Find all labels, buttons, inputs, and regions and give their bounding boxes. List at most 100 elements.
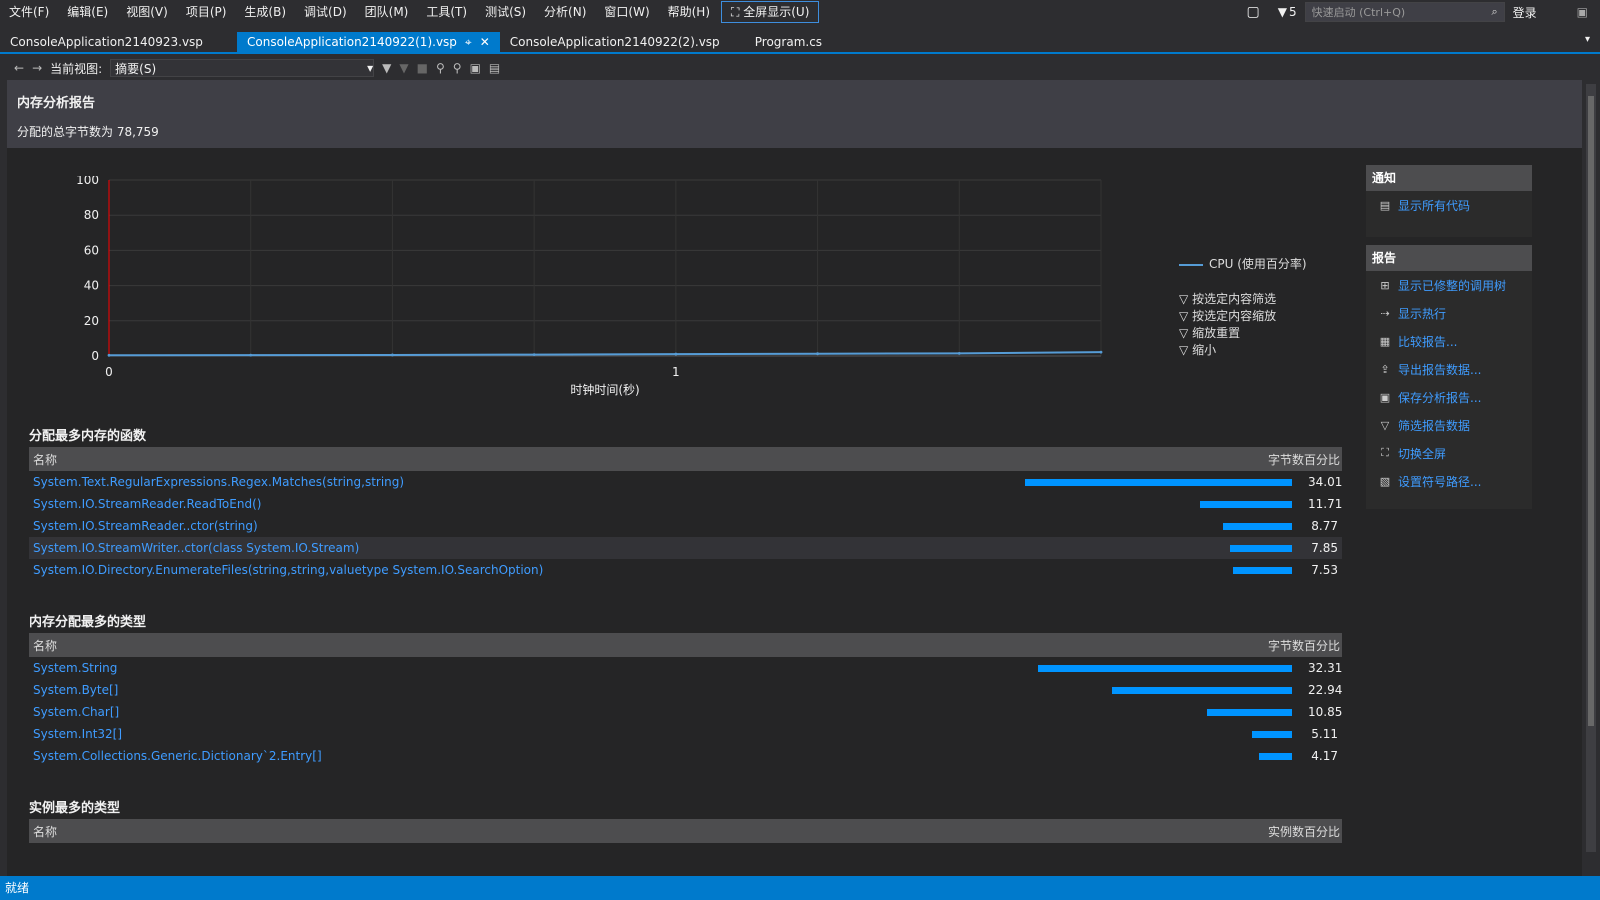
function-bar-cell: 11.71 (1022, 497, 1342, 511)
type-row[interactable]: System.Byte[] 22.94 (29, 679, 1342, 701)
type-row[interactable]: System.String 32.31 (29, 657, 1342, 679)
function-row[interactable]: System.IO.StreamWriter..ctor(class Syste… (29, 537, 1342, 559)
zoom-by-selection-action[interactable]: ▽ 按选定内容缩放 (1179, 308, 1307, 325)
bytes-percent-column-header[interactable]: 字节数百分比 (1268, 637, 1340, 654)
document-tabs: ConsoleApplication2140923.vsp ConsoleApp… (0, 32, 1600, 54)
menu-tools[interactable]: 工具(T) (417, 0, 476, 24)
menu-team[interactable]: 团队(M) (356, 0, 418, 24)
save-icon[interactable]: ▣ (470, 61, 481, 75)
notification-button[interactable]: ▼ 5 (1278, 5, 1297, 19)
menu-file[interactable]: 文件(F) (0, 0, 58, 24)
type-bar-cell: 4.17 (1022, 749, 1342, 763)
quick-launch-input[interactable]: 快速启动 (Ctrl+Q) ⌕ (1304, 2, 1505, 22)
function-row[interactable]: System.IO.StreamReader.ReadToEnd() 11.71 (29, 493, 1342, 515)
menu-help[interactable]: 帮助(H) (659, 0, 719, 24)
dropdown-chevron-icon: ▾ (367, 61, 374, 75)
call-tree-icon: ⊞ (1380, 278, 1390, 292)
tab-program-cs[interactable]: Program.cs (745, 32, 832, 52)
bytes-percent-column-header[interactable]: 字节数百分比 (1268, 451, 1340, 468)
set-symbol-path-link[interactable]: ▧ 设置符号路径... (1366, 467, 1532, 495)
compare-report-link[interactable]: ▦ 比较报告... (1366, 327, 1532, 355)
pin-icon[interactable]: ⌖ (465, 32, 472, 52)
menu-project[interactable]: 项目(P) (177, 0, 236, 24)
tab-consoleapp-2140922-2[interactable]: ConsoleApplication2140922(2).vsp (500, 32, 745, 52)
show-all-code-link[interactable]: ▤ 显示所有代码 (1366, 191, 1532, 219)
type-name-link[interactable]: System.Collections.Generic.Dictionary`2.… (33, 749, 322, 763)
type-name-link[interactable]: System.Int32[] (33, 727, 122, 741)
account-icon[interactable]: ▣ (1577, 5, 1588, 19)
filter-by-selection-action[interactable]: ▽ 按选定内容筛选 (1179, 291, 1307, 308)
type-row[interactable]: System.Int32[] 5.11 (29, 723, 1342, 745)
name-column-header[interactable]: 名称 (33, 823, 57, 840)
tabs-overflow-chevron-icon[interactable]: ▾ (1585, 34, 1590, 45)
type-row[interactable]: System.Collections.Generic.Dictionary`2.… (29, 745, 1342, 767)
type-name-link[interactable]: System.Byte[] (33, 683, 118, 697)
functions-table: 名称 字节数百分比 System.Text.RegularExpressions… (29, 447, 1342, 581)
show-trimmed-call-tree-link[interactable]: ⊞ 显示已修整的调用树 (1366, 271, 1532, 299)
functions-section-title: 分配最多内存的函数 (29, 429, 147, 444)
function-row[interactable]: System.IO.Directory.EnumerateFiles(strin… (29, 559, 1342, 581)
reports-panel: 报告 ⊞ 显示已修整的调用树 ⇢ 显示热行 ▦ 比较报告... ⇪ 导出报告数据... … (1366, 245, 1532, 509)
cpu-data-point (107, 353, 111, 357)
function-name-link[interactable]: System.IO.StreamReader..ctor(string) (33, 519, 258, 533)
function-row[interactable]: System.IO.StreamReader..ctor(string) 8.7… (29, 515, 1342, 537)
cpu-legend-entry: CPU (使用百分率) (1179, 256, 1307, 273)
back-arrow-icon[interactable]: ← (14, 61, 24, 75)
tab-consoleapp-2140922-1[interactable]: ConsoleApplication2140922(1).vsp ⌖ ✕ (237, 32, 500, 52)
menu-debug[interactable]: 调试(D) (295, 0, 356, 24)
type-name-link[interactable]: System.Char[] (33, 705, 119, 719)
menu-test[interactable]: 测试(S) (476, 0, 535, 24)
percent-value: 7.53 (1311, 563, 1338, 577)
export-icon[interactable]: ▤ (489, 61, 500, 75)
fullscreen-button[interactable]: ⛶ 全屏显示(U) (721, 1, 820, 23)
function-name-link[interactable]: System.IO.StreamReader.ReadToEnd() (33, 497, 261, 511)
hot-lines-icon: ⇢ (1380, 306, 1390, 320)
filter-icon: ▽ (1179, 292, 1189, 306)
export-report-data-link[interactable]: ⇪ 导出报告数据... (1366, 355, 1532, 383)
menu-analyze[interactable]: 分析(N) (535, 0, 595, 24)
percent-value: 34.01 (1308, 475, 1343, 489)
legend-line-icon (1179, 263, 1203, 266)
tab-consoleapp-2140923[interactable]: ConsoleApplication2140923.vsp (0, 32, 237, 52)
percent-bar (1206, 708, 1292, 716)
type-bar-cell: 10.85 (1022, 705, 1342, 719)
name-column-header[interactable]: 名称 (33, 451, 57, 468)
type-row[interactable]: System.Char[] 10.85 (29, 701, 1342, 723)
filter-report-data-link[interactable]: ▽ 筛选报告数据 (1366, 411, 1532, 439)
cpu-chart[interactable]: 0 20 40 60 80 100 0 1 时钟时间(秒) (59, 176, 1139, 416)
percent-bar (1038, 664, 1292, 672)
login-button[interactable]: 登录 (1513, 4, 1537, 21)
menu-edit[interactable]: 编辑(E) (58, 0, 117, 24)
function-row[interactable]: System.Text.RegularExpressions.Regex.Mat… (29, 471, 1342, 493)
scrollbar-thumb[interactable] (1588, 96, 1594, 726)
export-data-icon: ⇪ (1380, 362, 1390, 376)
reset-zoom-action[interactable]: ▽ 缩放重置 (1179, 325, 1307, 342)
close-icon[interactable]: ✕ (480, 32, 490, 52)
cpu-data-point (249, 353, 253, 357)
function-name-link[interactable]: System.IO.StreamWriter..ctor(class Syste… (33, 541, 359, 555)
save-analysis-report-link[interactable]: ▣ 保存分析报告... (1366, 383, 1532, 411)
name-column-header[interactable]: 名称 (33, 637, 57, 654)
vertical-scrollbar[interactable] (1586, 84, 1596, 852)
chat-icon[interactable]: ▢ (1247, 4, 1260, 20)
type-name-link[interactable]: System.String (33, 661, 117, 675)
current-view-select[interactable]: 摘要(S) ▾ (110, 59, 375, 77)
filter-toolbar-icon[interactable]: ▼ (382, 61, 391, 75)
menu-build[interactable]: 生成(B) (235, 0, 295, 24)
x-tick-label: 0 (105, 365, 113, 379)
menu-view[interactable]: 视图(V) (117, 0, 177, 24)
percent-value: 10.85 (1308, 705, 1343, 719)
percent-value: 22.94 (1308, 683, 1343, 697)
percent-value: 32.31 (1308, 661, 1343, 675)
show-hot-lines-link[interactable]: ⇢ 显示热行 (1366, 299, 1532, 327)
toggle-fullscreen-link[interactable]: ⛶ 切换全屏 (1366, 439, 1532, 467)
zoom-out-action[interactable]: ▽ 缩小 (1179, 342, 1307, 359)
function-name-link[interactable]: System.IO.Directory.EnumerateFiles(strin… (33, 563, 543, 577)
forward-arrow-icon[interactable]: → (32, 61, 42, 75)
instances-percent-column-header[interactable]: 实例数百分比 (1268, 823, 1340, 840)
filter-add-icon[interactable]: ⚲ (436, 61, 445, 75)
menu-window[interactable]: 窗口(W) (595, 0, 658, 24)
function-name-link[interactable]: System.Text.RegularExpressions.Regex.Mat… (33, 475, 404, 489)
filter-remove-icon[interactable]: ⚲ (453, 61, 462, 75)
tab-label: ConsoleApplication2140922(1).vsp (247, 35, 457, 49)
